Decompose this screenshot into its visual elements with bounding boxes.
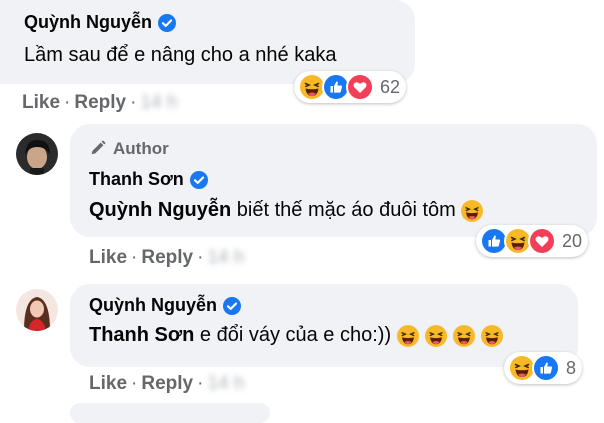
verified-badge-icon — [158, 14, 176, 32]
comment-text: Quỳnh Nguyễn biết thế mặc áo đuôi tôm — [89, 199, 483, 222]
reaction-summary[interactable]: 62 — [294, 71, 407, 103]
comment-actions: Like · Reply · 14 h — [22, 92, 178, 113]
reaction-count: 8 — [566, 357, 577, 378]
mention-link[interactable]: Thanh Sơn — [89, 324, 194, 346]
avatar[interactable] — [16, 289, 58, 331]
comment-timestamp[interactable]: 14 h — [207, 373, 244, 394]
reaction-count: 62 — [380, 76, 401, 97]
pencil-icon — [89, 139, 107, 157]
comment-actions: Like · Reply · 14 h — [89, 247, 245, 268]
reaction-count: 20 — [562, 230, 583, 251]
laughing-emoji-icon — [453, 325, 475, 347]
reaction-summary[interactable]: 20 — [476, 225, 589, 257]
love-icon — [346, 73, 374, 101]
reply-link[interactable]: Reply — [141, 373, 193, 394]
avatar[interactable] — [16, 133, 58, 175]
verified-badge-icon — [190, 171, 208, 189]
comment-timestamp[interactable]: 14 h — [207, 247, 244, 268]
laughing-emoji-icon — [481, 325, 503, 347]
reply-link[interactable]: Reply — [141, 247, 193, 268]
laughing-emoji-icon — [397, 325, 419, 347]
comment-author-name[interactable]: Quỳnh Nguyễn — [89, 295, 241, 316]
comment-timestamp[interactable]: 14 h — [140, 92, 177, 113]
comment-author-name[interactable]: Quỳnh Nguyễn — [24, 12, 176, 33]
like-icon — [532, 354, 560, 382]
reply-link[interactable]: Reply — [74, 92, 126, 113]
comment-text: Thanh Sơn e đổi váy của e cho:)) — [89, 324, 503, 347]
comment-actions: Like · Reply · 14 h — [89, 373, 245, 394]
comment-text: Lầm sau để e nâng cho a nhé kaka — [24, 44, 337, 66]
mention-link[interactable]: Quỳnh Nguyễn — [89, 199, 231, 221]
laughing-emoji-icon — [461, 200, 483, 222]
love-icon — [528, 227, 556, 255]
verified-badge-icon — [223, 297, 241, 315]
comment-author-name[interactable]: Thanh Sơn — [89, 169, 208, 190]
like-link[interactable]: Like — [22, 92, 60, 113]
like-link[interactable]: Like — [89, 373, 127, 394]
laughing-emoji-icon — [425, 325, 447, 347]
comment-bubble — [70, 403, 270, 423]
reaction-summary[interactable]: 8 — [504, 352, 583, 384]
like-link[interactable]: Like — [89, 247, 127, 268]
author-badge: Author — [89, 139, 169, 159]
